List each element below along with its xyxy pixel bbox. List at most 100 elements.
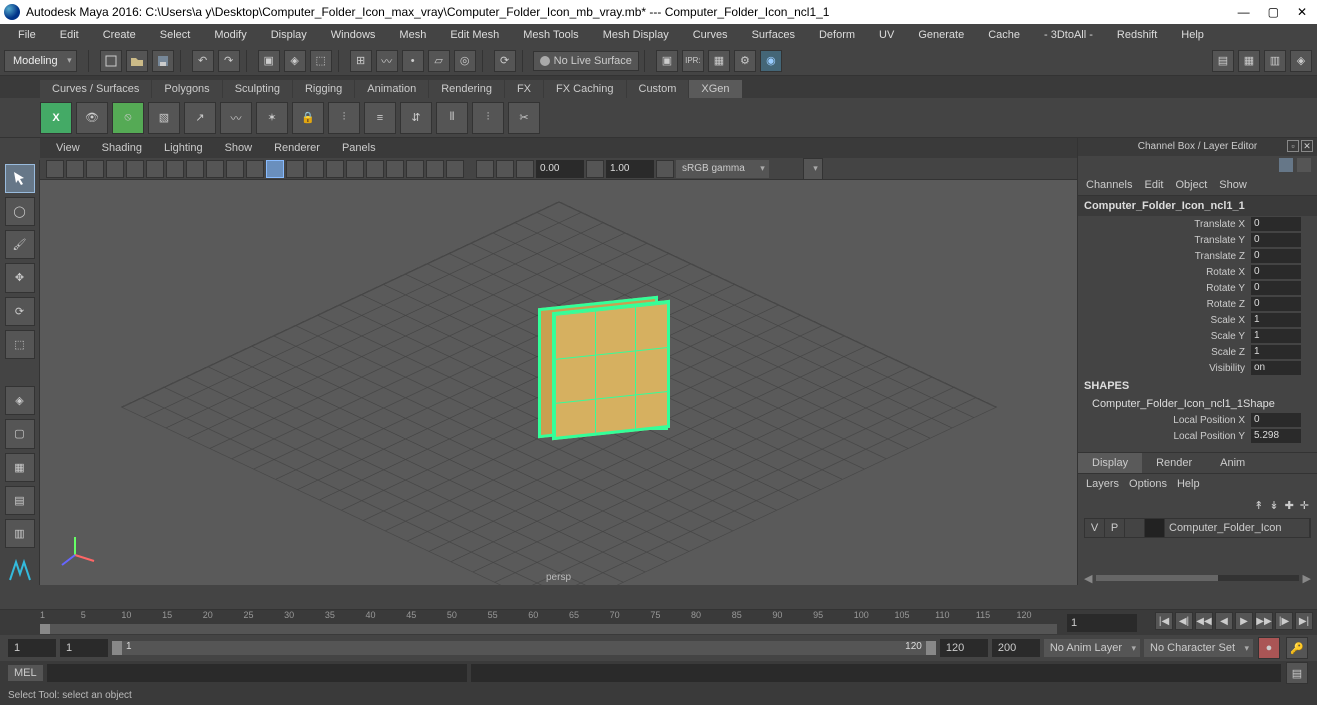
shelf-tab-polygons[interactable]: Polygons: [152, 80, 221, 98]
attr-scale-y-field[interactable]: 1: [1251, 329, 1301, 343]
layer-tab-anim[interactable]: Anim: [1206, 453, 1259, 473]
playback-start-field[interactable]: 1: [60, 639, 108, 657]
save-scene-icon[interactable]: [152, 50, 174, 72]
minimize-panel-icon[interactable]: ▫: [1287, 140, 1299, 152]
select-tool-icon[interactable]: [5, 164, 35, 193]
panel-layout-icon[interactable]: ▦: [1238, 50, 1260, 72]
wireframe-icon[interactable]: [246, 160, 264, 178]
xgen-lock-icon[interactable]: 🔒: [292, 102, 324, 134]
shelf-tab-animation[interactable]: Animation: [355, 80, 428, 98]
xray-icon[interactable]: [346, 160, 364, 178]
scale-tool-icon[interactable]: ⬚: [5, 330, 35, 359]
go-to-end-icon[interactable]: ▶|: [1295, 612, 1313, 630]
show-menu[interactable]: Show: [1219, 179, 1247, 191]
new-empty-layer-icon[interactable]: ✚: [1285, 499, 1294, 512]
panel-menu-shading[interactable]: Shading: [92, 140, 152, 156]
channel-icon[interactable]: [1297, 158, 1311, 172]
render-view-icon[interactable]: ▦: [708, 50, 730, 72]
playback-end-field[interactable]: 120: [940, 639, 988, 657]
motion-blur-icon[interactable]: [426, 160, 444, 178]
step-forward-key-icon[interactable]: |▶: [1275, 612, 1293, 630]
xgen-wind-icon[interactable]: ⫶: [472, 102, 504, 134]
attr-translate-y-field[interactable]: 0: [1251, 233, 1301, 247]
attr-scale-x-field[interactable]: 1: [1251, 313, 1301, 327]
bookmark-icon[interactable]: [86, 160, 104, 178]
shelf-tab-xgen[interactable]: XGen: [689, 80, 741, 98]
camera-icon[interactable]: [66, 160, 84, 178]
move-layer-down-icon[interactable]: ↡: [1269, 499, 1278, 512]
grid-toggle-icon[interactable]: [476, 160, 494, 178]
script-language-toggle[interactable]: MEL: [8, 665, 43, 681]
panel-layout-icon[interactable]: ◈: [1290, 50, 1312, 72]
exposure-icon[interactable]: [516, 160, 534, 178]
menu-edit-mesh[interactable]: Edit Mesh: [440, 27, 509, 43]
shelf-tab-fx[interactable]: FX: [505, 80, 543, 98]
image-plane-icon[interactable]: [106, 160, 124, 178]
xgen-grass-icon[interactable]: ⫴: [436, 102, 468, 134]
menu-deform[interactable]: Deform: [809, 27, 865, 43]
safe-title-icon[interactable]: [226, 160, 244, 178]
depth-icon[interactable]: [386, 160, 404, 178]
ao-icon[interactable]: [406, 160, 424, 178]
isolate-icon[interactable]: [366, 160, 384, 178]
window-close-button[interactable]: ✕: [1297, 5, 1307, 19]
menu-generate[interactable]: Generate: [908, 27, 974, 43]
layers-menu[interactable]: Layers: [1086, 478, 1119, 490]
snap-curve-icon[interactable]: 〰: [376, 50, 398, 72]
xgen-assign-icon[interactable]: ↗: [184, 102, 216, 134]
character-set-dropdown[interactable]: No Character Set: [1144, 639, 1253, 657]
layer-name[interactable]: Computer_Folder_Icon: [1165, 519, 1310, 537]
film-gate-icon[interactable]: [126, 160, 144, 178]
new-scene-icon[interactable]: [100, 50, 122, 72]
open-scene-icon[interactable]: [126, 50, 148, 72]
menu-cache[interactable]: Cache: [978, 27, 1030, 43]
window-maximize-button[interactable]: ▢: [1268, 5, 1279, 19]
menu-help[interactable]: Help: [1171, 27, 1214, 43]
step-forward-icon[interactable]: ▶▶: [1255, 612, 1273, 630]
shelf-tab-rendering[interactable]: Rendering: [429, 80, 504, 98]
script-editor-icon[interactable]: ▤: [1286, 662, 1308, 684]
layer-tab-render[interactable]: Render: [1142, 453, 1206, 473]
panel-menu-lighting[interactable]: Lighting: [154, 140, 213, 156]
range-slider-track[interactable]: 1 120: [112, 641, 936, 655]
shelf-tab-fx-caching[interactable]: FX Caching: [544, 80, 625, 98]
menu-display[interactable]: Display: [261, 27, 317, 43]
xgen-open-icon[interactable]: X: [40, 102, 72, 134]
selected-object-name[interactable]: Computer_Folder_Icon_ncl1_1: [1078, 196, 1317, 216]
xgen-stack-icon[interactable]: ≡: [364, 102, 396, 134]
layout-four-icon[interactable]: ▦: [5, 453, 35, 482]
field-chart-icon[interactable]: [186, 160, 204, 178]
step-back-icon[interactable]: ◀◀: [1195, 612, 1213, 630]
paint-select-tool-icon[interactable]: 🖌: [5, 230, 35, 259]
layout-stacked-icon[interactable]: ▤: [5, 486, 35, 515]
render-frame-icon[interactable]: ▣: [656, 50, 678, 72]
edit-menu[interactable]: Edit: [1144, 179, 1163, 191]
channels-menu[interactable]: Channels: [1086, 179, 1132, 191]
set-key-icon[interactable]: 🔑: [1286, 637, 1308, 659]
time-slider[interactable]: 1510152025303540455055606570758085909510…: [0, 609, 1317, 635]
attr-translate-x-field[interactable]: 0: [1251, 217, 1301, 231]
select-object-icon[interactable]: ◈: [284, 50, 306, 72]
display-layer-row[interactable]: V P Computer_Folder_Icon: [1084, 518, 1311, 538]
channel-icon[interactable]: [1279, 158, 1293, 172]
menu-edit[interactable]: Edit: [50, 27, 89, 43]
menu-select[interactable]: Select: [150, 27, 201, 43]
lasso-tool-icon[interactable]: ◯: [5, 197, 35, 226]
menu-windows[interactable]: Windows: [321, 27, 386, 43]
lights-icon[interactable]: [306, 160, 324, 178]
attr-local-pos-x-field[interactable]: 0: [1251, 413, 1301, 427]
attr-rotate-x-field[interactable]: 0: [1251, 265, 1301, 279]
panel-menu-panels[interactable]: Panels: [332, 140, 386, 156]
menu-surfaces[interactable]: Surfaces: [742, 27, 805, 43]
attr-visibility-field[interactable]: on: [1251, 361, 1301, 375]
menu-create[interactable]: Create: [93, 27, 146, 43]
shaded-icon[interactable]: [266, 160, 284, 178]
xgen-cluster-icon[interactable]: ✶: [256, 102, 288, 134]
rotate-tool-icon[interactable]: ⟳: [5, 297, 35, 326]
select-hierarchy-icon[interactable]: ▣: [258, 50, 280, 72]
live-surface-toggle[interactable]: No Live Surface: [533, 51, 639, 71]
object-menu[interactable]: Object: [1175, 179, 1207, 191]
menu-mesh-tools[interactable]: Mesh Tools: [513, 27, 588, 43]
snap-grid-icon[interactable]: ⊞: [350, 50, 372, 72]
timeline-track[interactable]: [40, 624, 1057, 634]
